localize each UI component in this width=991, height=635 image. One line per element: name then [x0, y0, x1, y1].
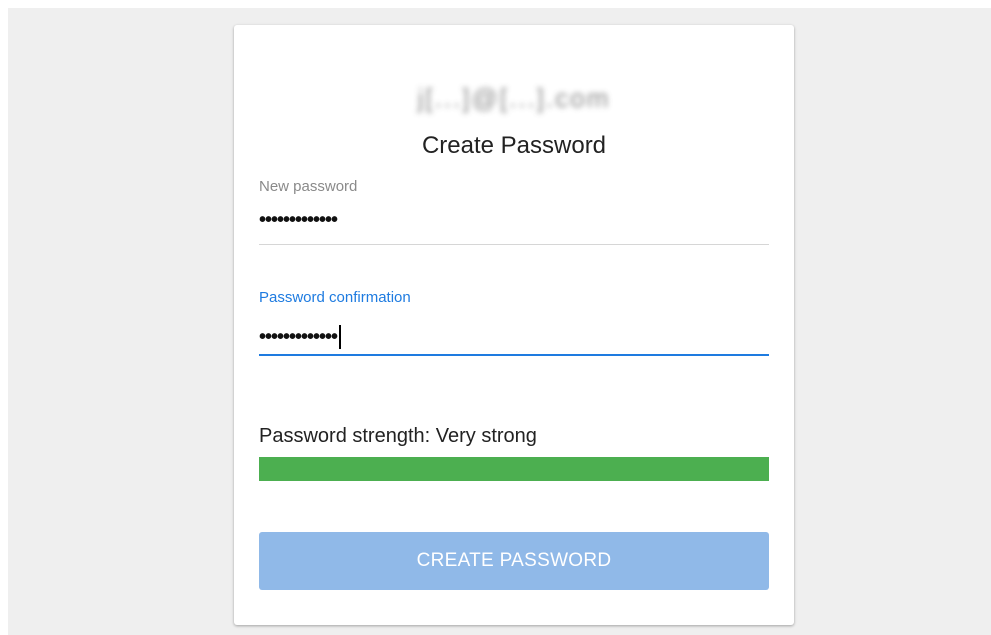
new-password-label: New password — [259, 178, 358, 195]
password-strength-text: Password strength: Very strong — [259, 425, 537, 447]
account-email-blurred: j[...]@[...].com — [417, 83, 611, 113]
page-title: Create Password — [421, 132, 607, 159]
new-password-underline — [259, 244, 769, 245]
password-confirmation-input[interactable]: ••••••••••••• — [259, 325, 342, 349]
password-strength-fill — [259, 457, 769, 481]
create-password-card: j[...]@[...].com Create Password New pas… — [234, 25, 794, 625]
password-confirmation-underline — [259, 354, 769, 356]
password-strength-meter — [259, 457, 769, 481]
password-confirmation-label: Password confirmation — [259, 289, 411, 306]
new-password-input[interactable]: ••••••••••••• — [259, 210, 338, 230]
create-password-button[interactable]: CREATE PASSWORD — [259, 532, 769, 590]
password-confirmation-value: ••••••••••••• — [259, 326, 338, 348]
text-caret — [339, 325, 342, 349]
